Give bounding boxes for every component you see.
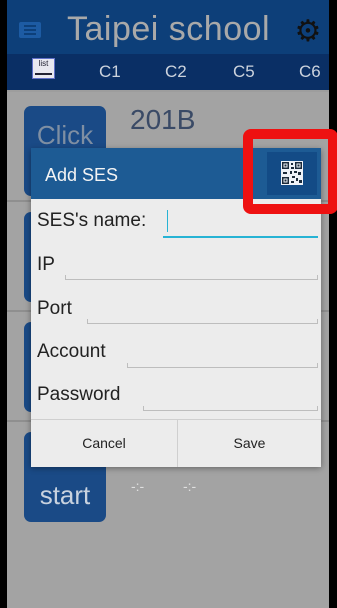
app-header: Taipei school ⚙ (7, 0, 329, 54)
text-cursor (167, 210, 168, 232)
save-button[interactable]: Save (178, 420, 321, 467)
start-label: start (39, 480, 91, 510)
tab-c6[interactable]: C6 (299, 62, 321, 82)
tab-c5[interactable]: C5 (233, 62, 255, 82)
account-input[interactable] (127, 363, 318, 368)
port-input[interactable] (87, 319, 318, 324)
ip-input[interactable] (65, 275, 318, 280)
list-tab-icon[interactable]: list (32, 58, 55, 79)
dialog-footer: Cancel Save (31, 419, 321, 467)
highlight-frame (243, 129, 337, 214)
ses-name-label: SES's name: (37, 210, 147, 231)
account-label: Account (37, 341, 106, 362)
click-label: Click (36, 120, 94, 150)
room-label: 201B (130, 104, 196, 135)
list-icon[interactable] (19, 22, 41, 38)
port-label: Port (37, 298, 72, 319)
password-input[interactable] (143, 406, 318, 411)
cancel-button[interactable]: Cancel (31, 420, 177, 467)
app-screen: Taipei school ⚙ list C1 C2 C5 C6 Click 2… (7, 0, 329, 608)
time-placeholder: -:- (131, 478, 145, 494)
list-tab-label: list (38, 59, 49, 68)
dialog-title: Add SES (45, 165, 119, 185)
ses-name-underline (163, 236, 318, 238)
time-placeholder: -:- (183, 478, 197, 494)
tab-c2[interactable]: C2 (165, 62, 187, 82)
password-label: Password (37, 384, 121, 405)
gear-icon[interactable]: ⚙ (294, 17, 322, 47)
tab-c1[interactable]: C1 (99, 62, 121, 82)
ip-label: IP (37, 254, 55, 275)
app-title: Taipei school (67, 10, 271, 48)
